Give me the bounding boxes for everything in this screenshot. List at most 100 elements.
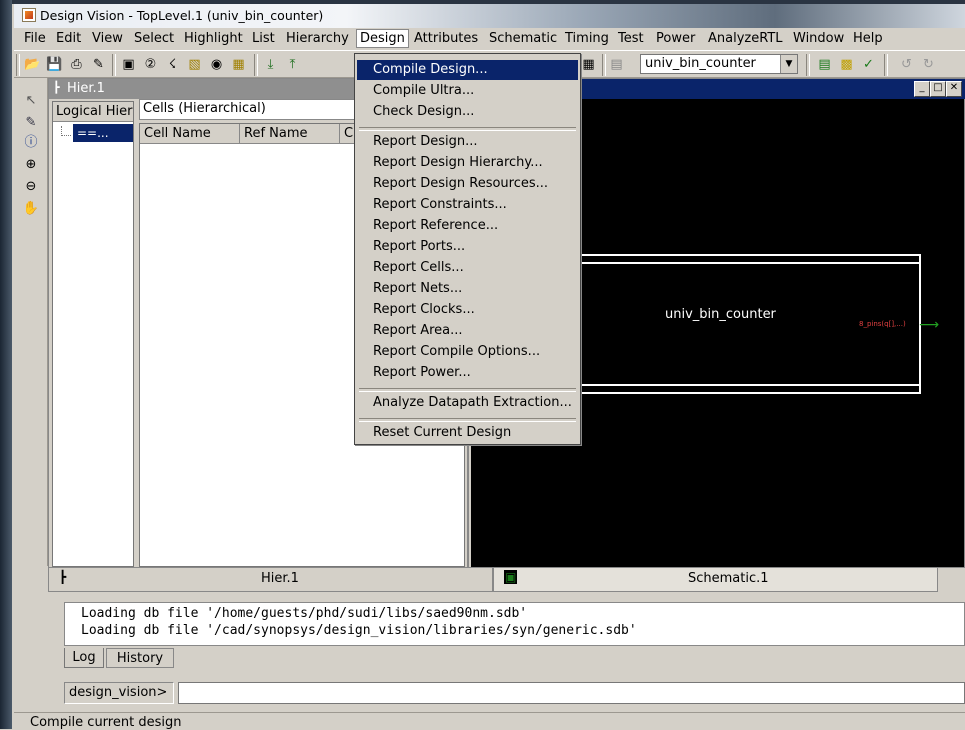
menu-design[interactable]: Design	[356, 29, 409, 48]
design-selector[interactable]: univ_bin_counter ▼	[640, 54, 798, 74]
title-bar: Design Vision - TopLevel.1 (univ_bin_cou…	[14, 4, 965, 28]
design-selector-value: univ_bin_counter	[645, 56, 756, 71]
menu-highlight[interactable]: Highlight	[184, 31, 243, 46]
tree-connector	[61, 126, 71, 136]
menu-item-label: Report Reference...	[373, 218, 499, 233]
tab-hier[interactable]: ┣ Hier.1	[48, 568, 493, 592]
menu-item-label: Report Nets...	[373, 281, 463, 296]
pin-bus-label: 8_pins(q[],...)	[859, 320, 906, 328]
zoom-area-icon[interactable]: ▧	[186, 56, 203, 73]
command-input[interactable]	[178, 682, 965, 704]
zoom-2-icon[interactable]: ②	[142, 56, 159, 73]
menu-schematic[interactable]: Schematic	[489, 31, 557, 46]
menu-window[interactable]: Window	[793, 31, 844, 46]
design-menu-dropdown: Compile Design... Compile Ultra... Check…	[354, 53, 581, 445]
menu-item-report-compile-options[interactable]: Report Compile Options...	[357, 342, 578, 362]
pencil-icon[interactable]: ✎	[22, 114, 40, 132]
column-header-ref-name[interactable]: Ref Name	[240, 124, 340, 144]
maximize-icon[interactable]: □	[930, 81, 946, 97]
zoom-out-icon[interactable]: ⊖	[22, 178, 40, 196]
check-icon[interactable]: ✓	[860, 56, 877, 73]
menu-item-report-nets[interactable]: Report Nets...	[357, 279, 578, 299]
console-log[interactable]: Loading db file '/home/guests/phd/sudi/l…	[64, 602, 965, 646]
open-icon[interactable]: 📂	[24, 56, 41, 73]
menu-item-report-area[interactable]: Report Area...	[357, 321, 578, 341]
forward-icon[interactable]: ↻	[920, 56, 937, 73]
menu-item-check-design[interactable]: Check Design...	[357, 102, 578, 122]
menu-view[interactable]: View	[92, 31, 123, 46]
menu-help[interactable]: Help	[853, 31, 883, 46]
menu-power[interactable]: Power	[656, 31, 695, 46]
schematic-icon: ▣	[504, 570, 518, 584]
menu-separator	[359, 127, 576, 131]
push-down-icon[interactable]: ⤓	[262, 56, 279, 73]
console-panel: Loading db file '/home/guests/phd/sudi/l…	[48, 592, 965, 712]
menu-item-report-ports[interactable]: Report Ports...	[357, 237, 578, 257]
new-window-icon[interactable]: ▤	[816, 56, 833, 73]
console-line: Loading db file '/cad/synopsys/design_vi…	[81, 623, 637, 638]
schematic-view-icon[interactable]: ▩	[838, 56, 855, 73]
menu-item-report-design-hierarchy[interactable]: Report Design Hierarchy...	[357, 153, 578, 173]
hierarchy-icon: ┣	[53, 81, 60, 94]
minimize-icon[interactable]: _	[914, 81, 930, 97]
menu-item-label: Report Constraints...	[373, 197, 507, 212]
menu-item-compile-design[interactable]: Compile Design...	[357, 60, 578, 80]
back-icon[interactable]: ↺	[898, 56, 915, 73]
menu-item-compile-ultra[interactable]: Compile Ultra...	[357, 81, 578, 101]
chevron-down-icon[interactable]: ▼	[780, 55, 797, 73]
print-icon[interactable]: ⎙	[68, 56, 85, 73]
menu-item-label: Compile Ultra...	[373, 83, 475, 98]
pop-up-icon[interactable]: ⤒	[284, 56, 301, 73]
info-icon[interactable]: ⓘ	[22, 134, 40, 152]
logical-hierarchy-header[interactable]: Logical Hier	[53, 102, 133, 122]
menu-edit[interactable]: Edit	[56, 31, 81, 46]
menu-select[interactable]: Select	[134, 31, 174, 46]
menu-test[interactable]: Test	[618, 31, 644, 46]
tab-schematic-label: Schematic.1	[688, 571, 769, 586]
menu-separator	[359, 418, 576, 422]
menu-file[interactable]: File	[24, 31, 46, 46]
menu-item-report-clocks[interactable]: Report Clocks...	[357, 300, 578, 320]
window-title: Design Vision - TopLevel.1 (univ_bin_cou…	[40, 8, 324, 23]
zoom-fit-icon[interactable]: ▣	[120, 56, 137, 73]
menu-timing[interactable]: Timing	[565, 31, 609, 46]
zoom-select-icon[interactable]: ◉	[208, 56, 225, 73]
tab-log[interactable]: Log	[64, 648, 104, 668]
menu-item-report-design[interactable]: Report Design...	[357, 132, 578, 152]
toolbar-separator	[112, 54, 116, 76]
menu-item-label: Reset Current Design	[373, 425, 512, 440]
tree-node-top[interactable]: ==...	[73, 124, 133, 142]
menu-attributes[interactable]: Attributes	[414, 31, 478, 46]
menu-item-report-cells[interactable]: Report Cells...	[357, 258, 578, 278]
menu-analyzertl[interactable]: AnalyzeRTL	[708, 31, 783, 46]
menu-separator	[359, 388, 576, 392]
status-bar: Compile current design	[14, 712, 965, 730]
menu-item-report-reference[interactable]: Report Reference...	[357, 216, 578, 236]
menu-item-label: Report Design Resources...	[373, 176, 549, 191]
fit-selection-icon[interactable]: ▦	[230, 56, 247, 73]
menu-item-report-design-resources[interactable]: Report Design Resources...	[357, 174, 578, 194]
tab-history[interactable]: History	[106, 648, 174, 668]
report-grid-icon[interactable]: ▦	[580, 56, 597, 73]
close-icon[interactable]: ✕	[946, 81, 962, 97]
column-header-cell-name[interactable]: Cell Name	[140, 124, 240, 144]
zoom-half-icon[interactable]: ☇	[164, 56, 181, 73]
properties-icon[interactable]: ✎	[90, 56, 107, 73]
save-icon[interactable]: 💾	[46, 56, 63, 73]
menu-list[interactable]: List	[252, 31, 275, 46]
table-icon[interactable]: ▤	[608, 56, 625, 73]
menu-item-report-power[interactable]: Report Power...	[357, 363, 578, 383]
toolbar-separator	[806, 54, 810, 76]
hierarchy-icon: ┣	[59, 570, 67, 584]
pan-hand-icon[interactable]: ✋	[22, 200, 40, 218]
menu-item-label: Report Clocks...	[373, 302, 475, 317]
tab-schematic[interactable]: ▣ Schematic.1	[493, 568, 938, 592]
menu-item-reset-current-design[interactable]: Reset Current Design	[357, 423, 578, 443]
zoom-in-icon[interactable]: ⊕	[22, 156, 40, 174]
command-prompt-label: design_vision>	[64, 682, 174, 704]
menu-item-report-constraints[interactable]: Report Constraints...	[357, 195, 578, 215]
menu-item-analyze-datapath-extraction[interactable]: Analyze Datapath Extraction...	[357, 393, 578, 413]
pointer-icon[interactable]: ↖	[22, 92, 40, 110]
output-pin-icon[interactable]: ⟶	[919, 317, 939, 333]
menu-hierarchy[interactable]: Hierarchy	[286, 31, 349, 46]
